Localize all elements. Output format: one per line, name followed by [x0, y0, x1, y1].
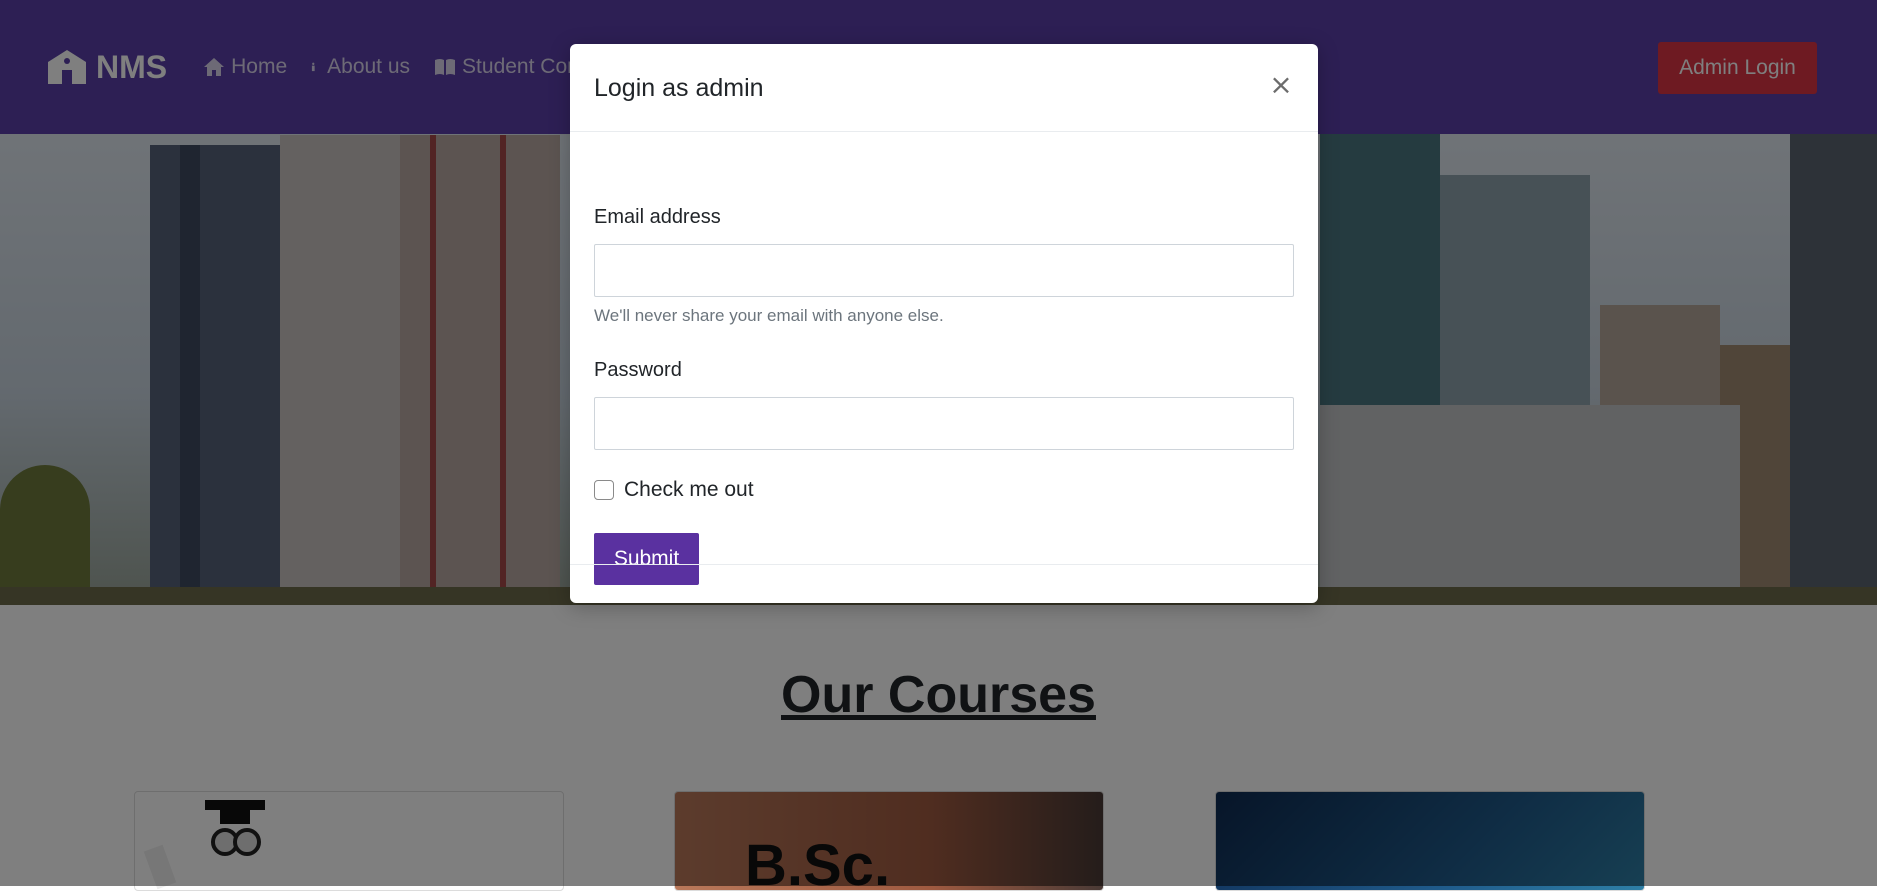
email-help-text: We'll never share your email with anyone…	[594, 306, 944, 325]
submit-button[interactable]: Submit	[594, 533, 699, 585]
check-row: Check me out	[594, 478, 754, 502]
check-me-out-checkbox[interactable]	[594, 480, 614, 500]
modal-header: Login as admin ×	[570, 44, 1318, 132]
password-field[interactable]	[594, 397, 1294, 450]
close-icon[interactable]: ×	[1266, 70, 1296, 100]
email-label: Email address	[594, 206, 721, 228]
modal-title: Login as admin	[594, 74, 764, 102]
admin-login-modal: Login as admin × Email address We'll nev…	[570, 44, 1318, 603]
email-field[interactable]	[594, 244, 1294, 297]
check-me-out-label[interactable]: Check me out	[624, 478, 754, 502]
modal-footer-divider	[570, 564, 1318, 565]
password-label: Password	[594, 359, 682, 381]
